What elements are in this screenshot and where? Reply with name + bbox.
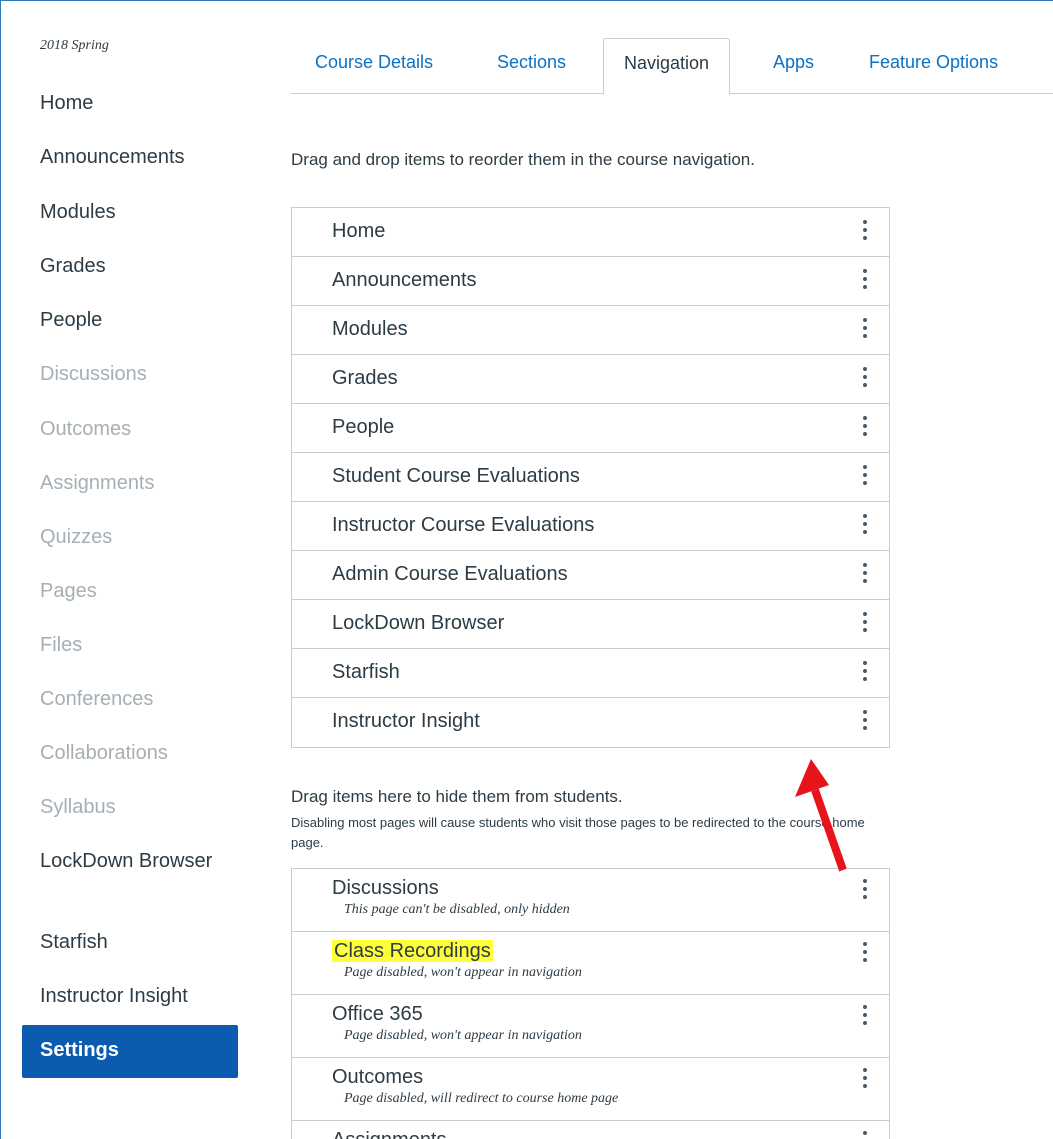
kebab-menu-icon[interactable] xyxy=(861,1131,869,1139)
kebab-menu-icon[interactable] xyxy=(861,942,869,964)
tab-navigation[interactable]: Navigation xyxy=(603,38,731,95)
hidden-items-title: Drag items here to hide them from studen… xyxy=(291,787,623,806)
tab-sections[interactable]: Sections xyxy=(497,52,566,73)
sidebar-item-home[interactable]: Home xyxy=(40,92,93,115)
list-item-label: Announcements xyxy=(332,269,477,291)
kebab-menu-icon[interactable] xyxy=(861,710,869,732)
list-item[interactable]: Office 365 Page disabled, won't appear i… xyxy=(292,995,889,1058)
sidebar-item-discussions[interactable]: Discussions xyxy=(40,363,147,386)
kebab-menu-icon[interactable] xyxy=(861,318,869,340)
sidebar-item-starfish[interactable]: Starfish xyxy=(40,931,108,954)
sidebar-item-people[interactable]: People xyxy=(40,309,102,332)
list-item[interactable]: Admin Course Evaluations xyxy=(292,551,889,600)
sidebar-item-announcements[interactable]: Announcements xyxy=(40,146,185,169)
tab-course-details[interactable]: Course Details xyxy=(315,52,433,73)
list-item-label: Grades xyxy=(332,367,398,389)
list-item[interactable]: Modules xyxy=(292,306,889,355)
list-item[interactable]: Announcements xyxy=(292,257,889,306)
list-item-label: People xyxy=(332,416,395,438)
sidebar-item-settings[interactable]: Settings xyxy=(22,1025,238,1078)
sidebar-item-assignments[interactable]: Assignments xyxy=(40,472,155,495)
list-item-label: Outcomes xyxy=(332,1066,424,1088)
list-item[interactable]: People xyxy=(292,404,889,453)
kebab-menu-icon[interactable] xyxy=(861,416,869,438)
term-label: 2018 Spring xyxy=(40,38,109,53)
sidebar-item-pages[interactable]: Pages xyxy=(40,580,97,603)
tab-feature-options[interactable]: Feature Options xyxy=(869,52,998,73)
kebab-menu-icon[interactable] xyxy=(861,1005,869,1027)
list-item[interactable]: Outcomes Page disabled, will redirect to… xyxy=(292,1058,889,1121)
hidden-items-subtitle: Disabling most pages will cause students… xyxy=(291,815,865,850)
kebab-menu-icon[interactable] xyxy=(861,563,869,585)
list-item-description: Page disabled, will redirect to course h… xyxy=(344,1091,619,1106)
highlighted-label: Class Recordings xyxy=(332,940,493,962)
tab-apps[interactable]: Apps xyxy=(773,52,814,73)
list-item-label: Student Course Evaluations xyxy=(332,465,580,487)
list-item[interactable]: Class Recordings Page disabled, won't ap… xyxy=(292,932,889,995)
list-item[interactable]: Home xyxy=(292,208,889,257)
sidebar-item-instructor-insight[interactable]: Instructor Insight xyxy=(40,985,188,1008)
sidebar-item-collaborations[interactable]: Collaborations xyxy=(40,742,168,765)
list-item-description: This page can't be disabled, only hidden xyxy=(344,902,570,917)
sidebar-item-conferences[interactable]: Conferences xyxy=(40,688,153,711)
list-item-label: LockDown Browser xyxy=(332,612,505,634)
kebab-menu-icon[interactable] xyxy=(861,367,869,389)
list-item-label: Instructor Insight xyxy=(332,710,480,732)
list-item[interactable]: Assignments xyxy=(292,1121,889,1139)
kebab-menu-icon[interactable] xyxy=(861,465,869,487)
kebab-menu-icon[interactable] xyxy=(861,1068,869,1090)
list-item[interactable]: Instructor Course Evaluations xyxy=(292,502,889,551)
list-item[interactable]: Starfish xyxy=(292,649,889,698)
kebab-menu-icon[interactable] xyxy=(861,661,869,683)
list-item[interactable]: Instructor Insight xyxy=(292,698,889,747)
kebab-menu-icon[interactable] xyxy=(861,879,869,901)
list-item-label: Instructor Course Evaluations xyxy=(332,514,595,536)
list-item-label: Office 365 xyxy=(332,1003,423,1025)
sidebar-item-lockdown-browser[interactable]: LockDown Browser xyxy=(40,848,220,874)
list-item-label: Class Recordings xyxy=(332,940,493,963)
hidden-items-note: Drag items here to hide them from studen… xyxy=(291,787,891,853)
list-item-label: Assignments xyxy=(332,1129,447,1139)
kebab-menu-icon[interactable] xyxy=(861,612,869,634)
reorder-instruction: Drag and drop items to reorder them in t… xyxy=(291,150,755,169)
list-item-label: Modules xyxy=(332,318,408,340)
settings-tabs: Course Details Sections Navigation Apps … xyxy=(291,38,1053,95)
enabled-nav-list: Home Announcements Modules Grades People… xyxy=(291,207,890,748)
list-item[interactable]: Discussions This page can't be disabled,… xyxy=(292,869,889,932)
list-item-description: Page disabled, won't appear in navigatio… xyxy=(344,1028,582,1043)
sidebar-item-quizzes[interactable]: Quizzes xyxy=(40,526,112,549)
kebab-menu-icon[interactable] xyxy=(861,220,869,242)
sidebar-item-modules[interactable]: Modules xyxy=(40,201,116,224)
list-item-label: Admin Course Evaluations xyxy=(332,563,568,585)
kebab-menu-icon[interactable] xyxy=(861,269,869,291)
list-item[interactable]: LockDown Browser xyxy=(292,600,889,649)
list-item-label: Discussions xyxy=(332,877,439,899)
sidebar-item-files[interactable]: Files xyxy=(40,634,82,657)
sidebar-item-syllabus[interactable]: Syllabus xyxy=(40,796,116,819)
sidebar-item-outcomes[interactable]: Outcomes xyxy=(40,418,131,441)
list-item[interactable]: Grades xyxy=(292,355,889,404)
list-item-label: Home xyxy=(332,220,386,242)
list-item-description: Page disabled, won't appear in navigatio… xyxy=(344,965,582,980)
hidden-nav-list: Discussions This page can't be disabled,… xyxy=(291,868,890,1139)
list-item-label: Starfish xyxy=(332,661,400,683)
list-item[interactable]: Student Course Evaluations xyxy=(292,453,889,502)
kebab-menu-icon[interactable] xyxy=(861,514,869,536)
sidebar-item-grades[interactable]: Grades xyxy=(40,255,106,278)
